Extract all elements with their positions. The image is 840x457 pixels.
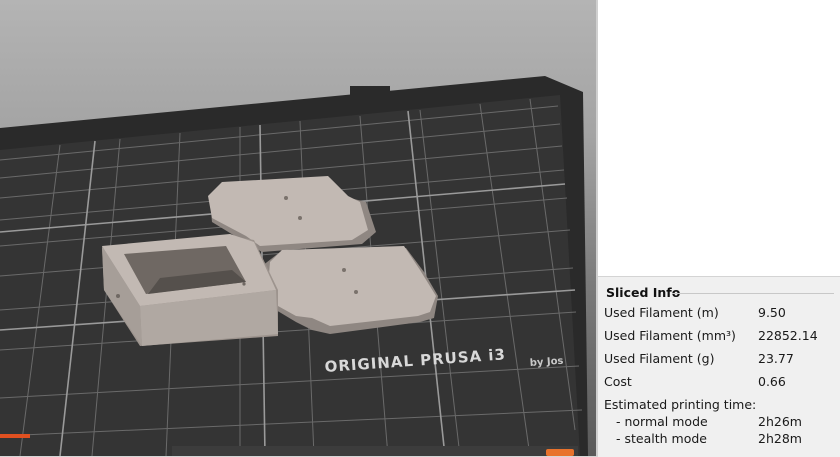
- cost-label: Cost: [604, 374, 632, 389]
- bed-rear-clip: [350, 86, 390, 96]
- 3d-viewport[interactable]: ORIGINAL PRUSA i3 by Jos: [0, 0, 596, 456]
- sliced-info-title: Sliced Info: [606, 285, 681, 300]
- sliced-info-panel: Sliced Info Used Filament (m) 9.50 Used …: [598, 276, 840, 457]
- bed-brand-sublabel: by Jos: [529, 356, 563, 369]
- used-filament-mm3-label: Used Filament (mm³): [604, 328, 736, 343]
- axis-marker: [0, 434, 30, 438]
- used-filament-g-label: Used Filament (g): [604, 351, 715, 366]
- used-filament-m-value: 9.50: [758, 305, 786, 320]
- stealth-mode-label: - stealth mode: [616, 431, 707, 446]
- normal-mode-value: 2h26m: [758, 414, 802, 429]
- stealth-mode-value: 2h28m: [758, 431, 802, 446]
- used-filament-mm3-value: 22852.14: [758, 328, 818, 343]
- used-filament-g-value: 23.77: [758, 351, 794, 366]
- print-bed-scene: ORIGINAL PRUSA i3 by Jos: [0, 76, 588, 456]
- used-filament-m-label: Used Filament (m): [604, 305, 719, 320]
- cost-value: 0.66: [758, 374, 786, 389]
- bottom-toolbar-strip: [172, 446, 578, 456]
- sliced-info-rule: [672, 293, 834, 294]
- side-panel: Sliced Info Used Filament (m) 9.50 Used …: [598, 0, 840, 457]
- normal-mode-label: - normal mode: [616, 414, 708, 429]
- toolbar-orange-button[interactable]: [546, 449, 574, 456]
- estimated-time-label: Estimated printing time:: [604, 397, 757, 412]
